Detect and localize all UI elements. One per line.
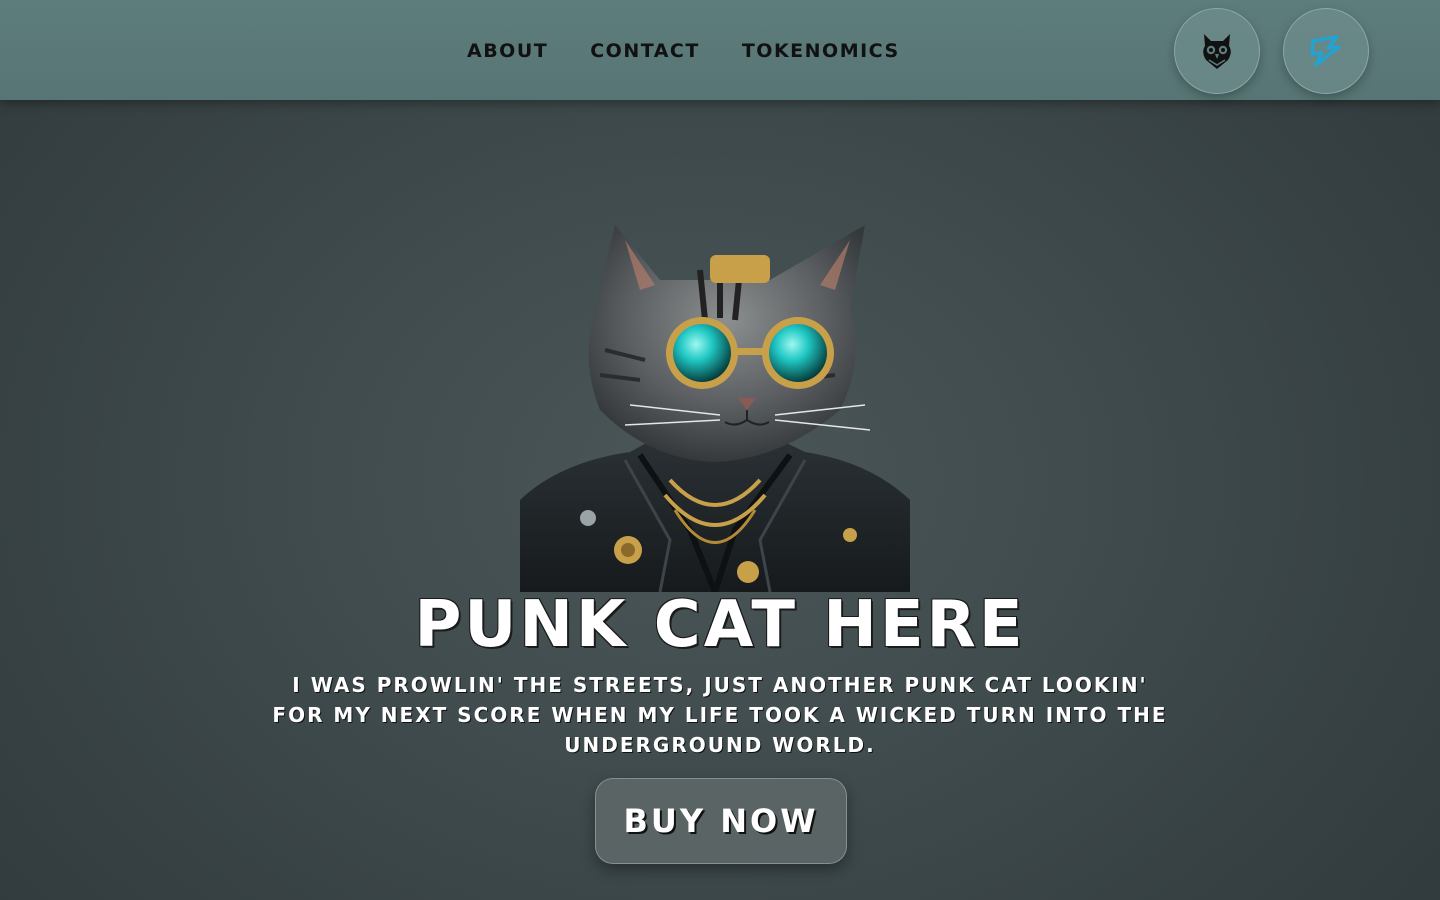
main-nav: About Contact Tokenomics <box>467 40 900 62</box>
site-header: About Contact Tokenomics <box>0 0 1440 100</box>
page: About Contact Tokenomics <box>0 0 1440 900</box>
hero-title: Punk Cat Here <box>414 588 1026 662</box>
owl-icon <box>1203 34 1231 69</box>
hero-description: I was prowlin' the streets, just another… <box>272 673 1168 757</box>
nav-link-tokenomics[interactable]: Tokenomics <box>742 40 900 62</box>
nav-link-about[interactable]: About <box>467 40 548 62</box>
social-link-dex[interactable] <box>1283 8 1369 94</box>
nav-link-contact[interactable]: Contact <box>590 40 700 62</box>
punk-cat-image <box>520 200 910 592</box>
social-link-owl[interactable] <box>1174 8 1260 94</box>
dex-logo-icon <box>1310 35 1341 67</box>
buy-now-button[interactable]: Buy Now <box>595 778 847 864</box>
